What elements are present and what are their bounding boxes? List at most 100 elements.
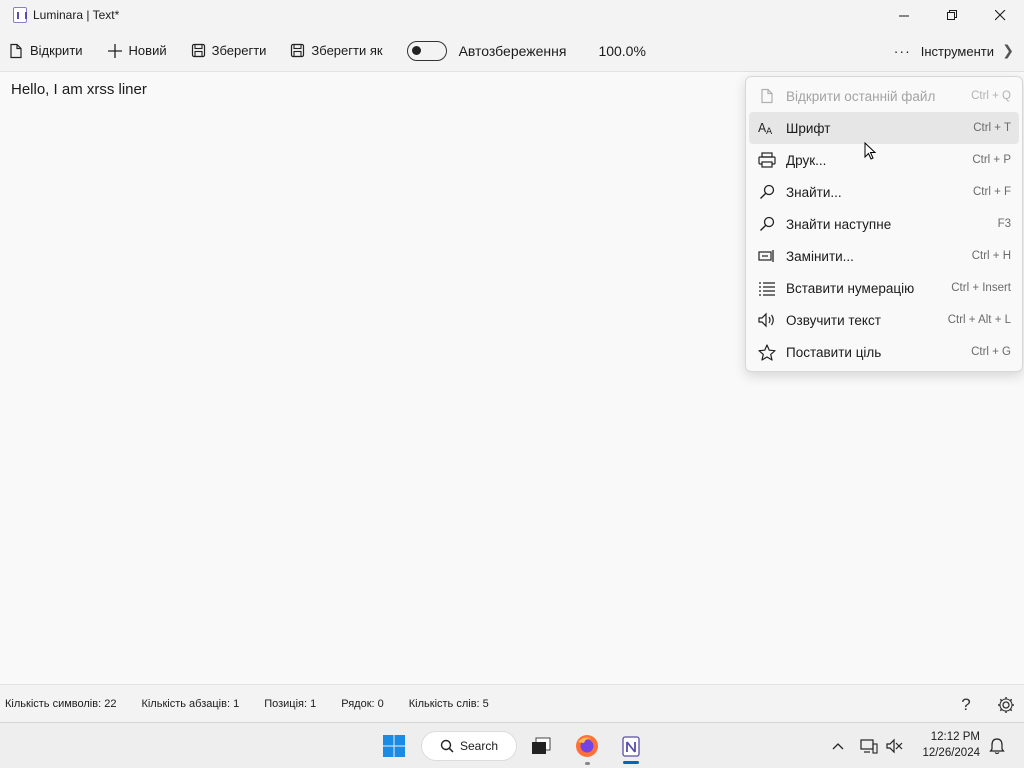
menu-item-shortcut: Ctrl + T	[973, 122, 1011, 134]
bell-icon	[989, 738, 1005, 755]
plus-icon	[107, 43, 122, 58]
task-view-icon	[532, 737, 551, 754]
clock[interactable]: 12:12 PM 12/26/2024	[922, 729, 980, 761]
menu-item-label: Друк...	[786, 152, 827, 168]
menu-item-set-goal[interactable]: Поставити ціль Ctrl + G	[749, 336, 1019, 368]
menu-item-find[interactable]: Знайти... Ctrl + F	[749, 176, 1019, 208]
status-bar: Кількість символів: 22 Кількість абзаців…	[0, 684, 1024, 722]
save-as-icon	[291, 43, 305, 58]
new-label: Новий	[128, 43, 167, 58]
menu-item-open-recent[interactable]: Відкрити останній файл Ctrl + Q	[749, 80, 1019, 112]
mouse-cursor-icon	[864, 142, 877, 160]
firefox-button[interactable]	[572, 728, 602, 764]
menu-item-shortcut: Ctrl + G	[971, 346, 1011, 358]
network-icon	[860, 739, 878, 754]
save-button[interactable]: Зберегти	[183, 36, 275, 66]
more-dots-icon: ···	[893, 43, 911, 59]
menu-item-label: Поставити ціль	[786, 344, 882, 360]
search-icon	[758, 183, 776, 201]
menu-item-shortcut: Ctrl + Insert	[951, 282, 1011, 294]
menu-item-label: Вставити нумерацію	[786, 280, 915, 296]
svg-text:A: A	[766, 127, 773, 136]
menu-item-shortcut: Ctrl + F	[972, 186, 1011, 198]
menu-item-shortcut: Ctrl + Q	[971, 90, 1011, 102]
toolbar: Відкрити Новий Зберегти Зберегти як Авто…	[0, 30, 1024, 72]
menu-item-insert-numbering[interactable]: Вставити нумерацію Ctrl + Insert	[749, 272, 1019, 304]
open-label: Відкрити	[30, 43, 83, 58]
menu-item-label: Відкрити останній файл	[786, 88, 936, 104]
editor-content[interactable]: Hello, I am xrss liner	[11, 81, 147, 98]
menu-item-label: Замінити...	[786, 248, 854, 264]
printer-icon	[758, 151, 776, 169]
save-icon	[191, 43, 205, 58]
menu-item-label: Шрифт	[786, 120, 831, 136]
menu-item-shortcut: Ctrl + H	[971, 250, 1011, 262]
close-button[interactable]	[976, 0, 1024, 30]
show-hidden-icons-button[interactable]	[828, 728, 848, 764]
taskbar: Search 12:12 PM 12/26/2024	[0, 722, 1024, 768]
status-word-count: Кількість слів: 5	[408, 697, 489, 710]
menu-item-replace[interactable]: Замінити... Ctrl + H	[749, 240, 1019, 272]
title-bar: Luminara | Text*	[0, 0, 1024, 30]
tools-menu: Відкрити останній файл Ctrl + Q AA Шрифт…	[745, 76, 1023, 372]
search-icon	[440, 739, 454, 753]
firefox-icon	[576, 735, 598, 757]
volume-button[interactable]	[884, 728, 906, 764]
window-title: Luminara | Text*	[33, 8, 120, 22]
help-icon[interactable]: ?	[954, 693, 978, 717]
luminara-button[interactable]	[616, 728, 646, 764]
menu-item-shortcut: Ctrl + P	[972, 154, 1011, 166]
menu-item-shortcut: Ctrl + Alt + L	[947, 314, 1011, 326]
tools-label: Інструменти	[920, 43, 994, 59]
status-paragraph-count: Кількість абзаців: 1	[141, 697, 240, 710]
speaker-icon	[758, 311, 776, 329]
menu-item-label: Знайти...	[786, 184, 842, 200]
menu-item-label: Озвучити текст	[786, 312, 881, 328]
menu-item-label: Знайти наступне	[786, 216, 892, 232]
start-button[interactable]	[378, 728, 410, 764]
clock-date: 12/26/2024	[922, 747, 980, 759]
list-icon	[758, 279, 776, 297]
status-line: Рядок: 0	[341, 697, 384, 710]
autosave-label: Автозбереження	[458, 42, 567, 59]
search-icon	[758, 215, 776, 233]
menu-item-print[interactable]: Друк... Ctrl + P	[749, 144, 1019, 176]
file-recent-icon	[758, 87, 776, 105]
taskbar-search[interactable]: Search	[421, 731, 517, 761]
star-icon	[758, 343, 776, 361]
status-char-count: Кількість символів: 22	[5, 697, 117, 710]
clock-time: 12:12 PM	[930, 731, 980, 743]
open-file-icon	[10, 43, 22, 58]
status-position: Позиція: 1	[264, 697, 317, 710]
firefox-running-indicator	[585, 762, 590, 765]
minimize-button[interactable]	[880, 0, 928, 30]
menu-item-shortcut: F3	[997, 218, 1011, 230]
save-label: Зберегти	[211, 43, 267, 58]
notifications-button[interactable]	[986, 728, 1008, 764]
minimize-icon	[898, 15, 909, 16]
settings-icon[interactable]	[994, 693, 1018, 717]
close-icon	[994, 9, 1005, 20]
volume-muted-icon	[886, 738, 903, 754]
windows-logo-icon	[383, 735, 405, 757]
task-view-button[interactable]	[526, 728, 556, 764]
tools-button[interactable]: ··· Інструменти	[894, 36, 994, 66]
font-icon: AA	[758, 119, 776, 137]
status-actions: ?	[938, 693, 1018, 717]
open-button[interactable]: Відкрити	[0, 36, 91, 66]
autosave-toggle[interactable]	[406, 40, 447, 61]
save-as-button[interactable]: Зберегти як	[282, 36, 390, 66]
app-icon	[13, 7, 27, 23]
restore-icon	[946, 9, 957, 20]
save-as-label: Зберегти як	[311, 43, 383, 58]
network-button[interactable]	[858, 728, 880, 764]
taskbar-search-label: Search	[459, 739, 499, 753]
zoom-level: 100.0%	[598, 42, 646, 59]
new-button[interactable]: Новий	[99, 36, 175, 66]
restore-button[interactable]	[928, 0, 976, 30]
menu-item-find-next[interactable]: Знайти наступне F3	[749, 208, 1019, 240]
replace-icon	[758, 247, 776, 265]
menu-item-font[interactable]: AA Шрифт Ctrl + T	[749, 112, 1019, 144]
menu-item-read-aloud[interactable]: Озвучити текст Ctrl + Alt + L	[749, 304, 1019, 336]
chevron-right-icon[interactable]: ❯	[1002, 42, 1014, 59]
